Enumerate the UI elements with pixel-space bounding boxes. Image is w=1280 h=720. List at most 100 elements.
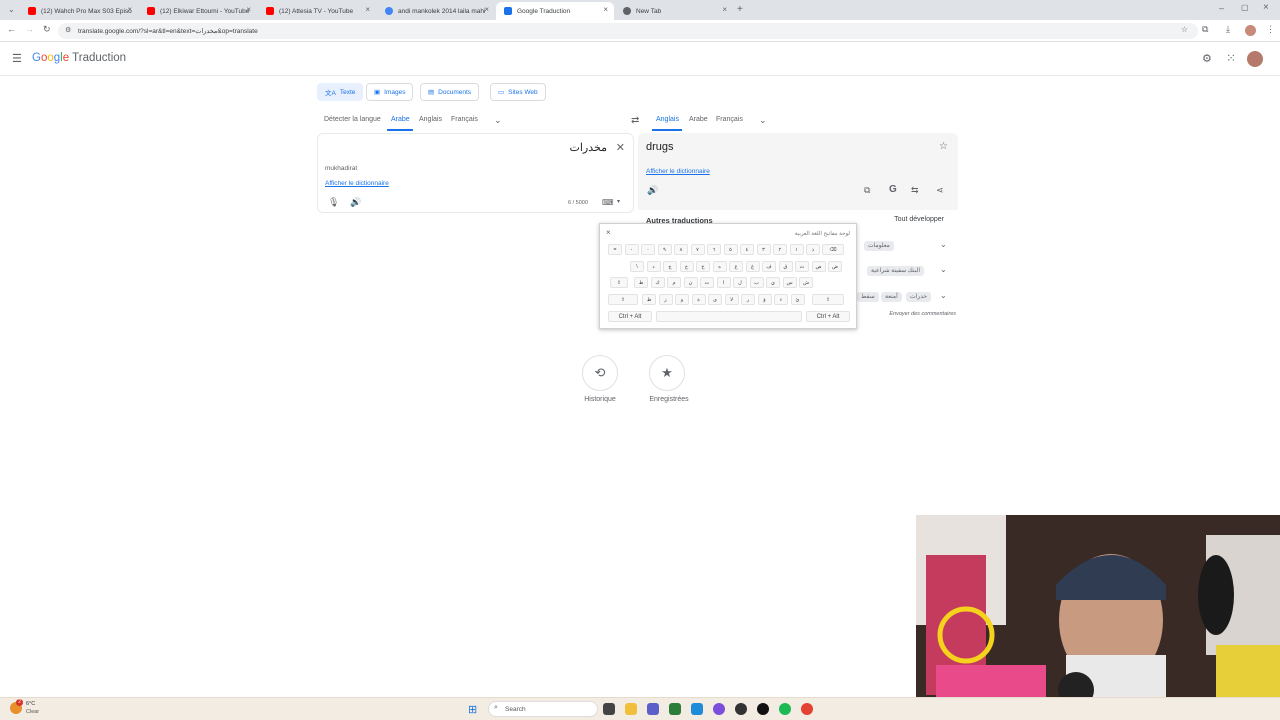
clear-text-icon[interactable]: ✕ [616, 141, 625, 154]
close-tab-icon[interactable]: × [722, 5, 727, 14]
mode-websites-button[interactable]: ▭ Sites Web [490, 83, 546, 101]
keyboard-char-key[interactable]: ط [634, 277, 648, 288]
browser-tab-1[interactable]: (12) Wahch Pro Max S03 Episo × [20, 2, 138, 20]
windows-start-icon[interactable]: ⊞ [468, 703, 477, 716]
keyboard-char-key[interactable]: ٤ [740, 244, 754, 255]
keyboard-char-key[interactable]: س [782, 277, 797, 288]
task-view-icon[interactable] [603, 703, 615, 715]
browser-tab-4[interactable]: andi mankolek 2014 laila mahi × [377, 2, 495, 20]
save-star-icon[interactable]: ☆ [939, 141, 948, 152]
google-g-icon[interactable]: G [889, 184, 897, 195]
apps-grid-icon[interactable]: ⁙ [1226, 51, 1236, 65]
target-dictionary-link[interactable]: Afficher le dictionnaire [646, 168, 710, 175]
mode-documents-button[interactable]: ▤ Documents [420, 83, 480, 101]
close-tab-icon[interactable]: × [246, 5, 251, 14]
speaker-icon[interactable]: 🔊 [647, 185, 658, 196]
capslock-key[interactable]: ⇪ [610, 277, 628, 288]
source-lang-arabic[interactable]: Arabe [391, 116, 410, 123]
backspace-key[interactable]: ⌫ [822, 244, 844, 255]
account-avatar[interactable] [1247, 51, 1263, 67]
app-icon[interactable] [713, 703, 725, 715]
browser-tab-3[interactable]: (12) Attesia TV - YouTube × [258, 2, 376, 20]
ctrl-alt-left-key[interactable]: Ctrl + Alt [608, 311, 652, 322]
keyboard-char-key[interactable]: ع [729, 261, 743, 272]
keyboard-char-key[interactable]: د [646, 261, 661, 272]
weather-temp[interactable]: 6°C [26, 701, 35, 707]
shift-right-key[interactable]: ⇧ [812, 294, 844, 305]
alt-translation-chip[interactable]: خدرات [906, 292, 932, 302]
reload-icon[interactable]: ↻ [43, 24, 51, 35]
target-lang-french[interactable]: Français [716, 116, 743, 123]
target-lang-arabic[interactable]: Arabe [689, 116, 708, 123]
keyboard-char-key[interactable]: ة [691, 294, 706, 305]
source-input[interactable]: مخدرات [570, 141, 608, 154]
menu-kebab-icon[interactable]: ⋮ [1266, 24, 1275, 35]
keyboard-char-key[interactable]: ئ [790, 294, 805, 305]
keyboard-char-key[interactable]: ن [683, 277, 698, 288]
minimize-icon[interactable]: – [1219, 3, 1224, 13]
keyboard-char-key[interactable]: \ [630, 261, 644, 272]
new-tab-icon[interactable]: + [737, 4, 743, 15]
keyboard-char-key[interactable]: ء [774, 294, 788, 305]
close-tab-icon[interactable]: × [484, 5, 489, 14]
keyboard-char-key[interactable]: ك [650, 277, 665, 288]
chrome-icon[interactable] [801, 703, 813, 715]
source-lang-french[interactable]: Français [451, 116, 478, 123]
target-lang-dropdown-icon[interactable]: ⌄ [759, 115, 767, 126]
downloads-icon[interactable]: ⤓ [1226, 24, 1230, 35]
keyboard-char-key[interactable]: ى [708, 294, 722, 305]
store-icon[interactable] [669, 703, 681, 715]
close-tab-icon[interactable]: × [127, 5, 132, 14]
mode-images-button[interactable]: ▣ Images [366, 83, 414, 101]
keyboard-char-key[interactable]: ٦ [707, 244, 721, 255]
swap-languages-icon[interactable]: ⇄ [631, 115, 639, 126]
keyboard-char-key[interactable]: ج [663, 261, 677, 272]
browser-tab-2[interactable]: (12) Elkiwar Ettoumi - YouTube × [139, 2, 257, 20]
address-bar[interactable]: ⚙ translate.google.com/?sl=ar&tl=en&text… [58, 23, 1198, 39]
close-tab-icon[interactable]: × [365, 5, 370, 14]
hamburger-menu-icon[interactable]: ☰ [12, 52, 22, 65]
keyboard-char-key[interactable]: غ [745, 261, 760, 272]
file-explorer-icon[interactable] [625, 703, 637, 715]
expand-all-button[interactable]: Tout développer [894, 216, 944, 223]
keyboard-char-key[interactable]: ر [741, 294, 755, 305]
rate-translation-icon[interactable]: ⇆ [911, 185, 919, 196]
close-tab-icon[interactable]: × [603, 5, 608, 14]
source-lang-english[interactable]: Anglais [419, 116, 442, 123]
send-feedback-link[interactable]: Envoyer des commentaires [889, 311, 956, 317]
browser-tab-6[interactable]: New Tab × [615, 2, 733, 20]
keyboard-char-key[interactable]: ح [679, 261, 694, 272]
site-info-icon[interactable]: ⚙ [65, 26, 71, 34]
keyboard-char-key[interactable]: ز [658, 294, 673, 305]
keyboard-char-key[interactable]: لا [724, 294, 739, 305]
keyboard-char-key[interactable]: ص [811, 261, 826, 272]
keyboard-char-key[interactable]: و [675, 294, 689, 305]
target-lang-english[interactable]: Anglais [656, 116, 679, 123]
profile-avatar[interactable] [1245, 25, 1256, 36]
close-window-icon[interactable]: × [1263, 2, 1269, 13]
keyboard-char-key[interactable]: ي [766, 277, 780, 288]
settings-gear-icon[interactable]: ⚙ [1202, 52, 1212, 65]
app-icon[interactable] [735, 703, 747, 715]
source-lang-detect[interactable]: Détecter la langue [324, 116, 381, 123]
shift-left-key[interactable]: ⇧ [608, 294, 638, 305]
maximize-icon[interactable]: ▢ [1241, 3, 1249, 12]
alt-translation-chip[interactable]: أمتعة [881, 292, 902, 302]
keyboard-char-key[interactable]: ٥ [723, 244, 738, 255]
history-button[interactable]: ⟲ [582, 355, 618, 391]
microphone-icon[interactable]: 🎙 [328, 197, 339, 208]
keyboard-char-key[interactable]: ٢ [773, 244, 787, 255]
keyboard-dropdown-icon[interactable]: ▾ [617, 198, 620, 205]
keyboard-char-key[interactable]: ب [749, 277, 764, 288]
google-translate-logo[interactable]: Google Traduction [32, 52, 126, 64]
keyboard-char-key[interactable]: ٠ [641, 244, 655, 255]
spotify-icon[interactable] [779, 703, 791, 715]
browser-tab-5[interactable]: Google Traduction × [496, 2, 614, 20]
speaker-icon[interactable]: 🔊 [350, 197, 361, 208]
keyboard-char-key[interactable]: ل [733, 277, 747, 288]
keyboard-char-key[interactable]: ت [700, 277, 714, 288]
taskbar-search-box[interactable]: ⌕ Search [488, 701, 598, 717]
extensions-icon[interactable]: ⧉ [1202, 24, 1208, 35]
keyboard-char-key[interactable]: ٣ [756, 244, 771, 255]
keyboard-char-key[interactable]: ٧ [690, 244, 705, 255]
